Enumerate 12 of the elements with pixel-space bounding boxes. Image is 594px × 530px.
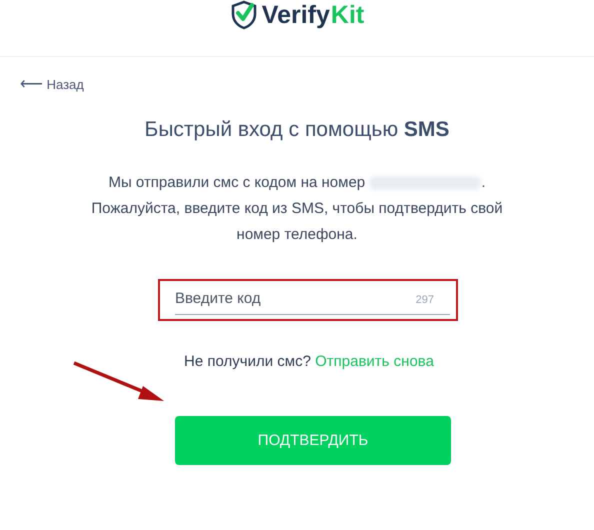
shield-check-icon <box>230 0 258 30</box>
message-text: Мы отправили смс с кодом на номер <box>108 174 366 191</box>
resend-link[interactable]: Отправить снова <box>315 353 434 370</box>
message-text: . <box>481 174 486 191</box>
brand-suffix: Kit <box>330 0 364 30</box>
page-title: Быстрый вход с помощью SMS <box>144 118 450 142</box>
message-text: Пожалуйста, введите код из SMS, чтобы подтвердить свой номер телефона. <box>90 199 504 245</box>
confirm-button[interactable]: ПОДТВЕРДИТЬ <box>175 416 451 465</box>
resend-question: Не получили смс? <box>184 353 311 370</box>
back-link[interactable]: ⟵ Назад <box>20 77 84 92</box>
character-counter: 297 <box>416 294 434 306</box>
brand-name: Verify <box>262 0 330 30</box>
